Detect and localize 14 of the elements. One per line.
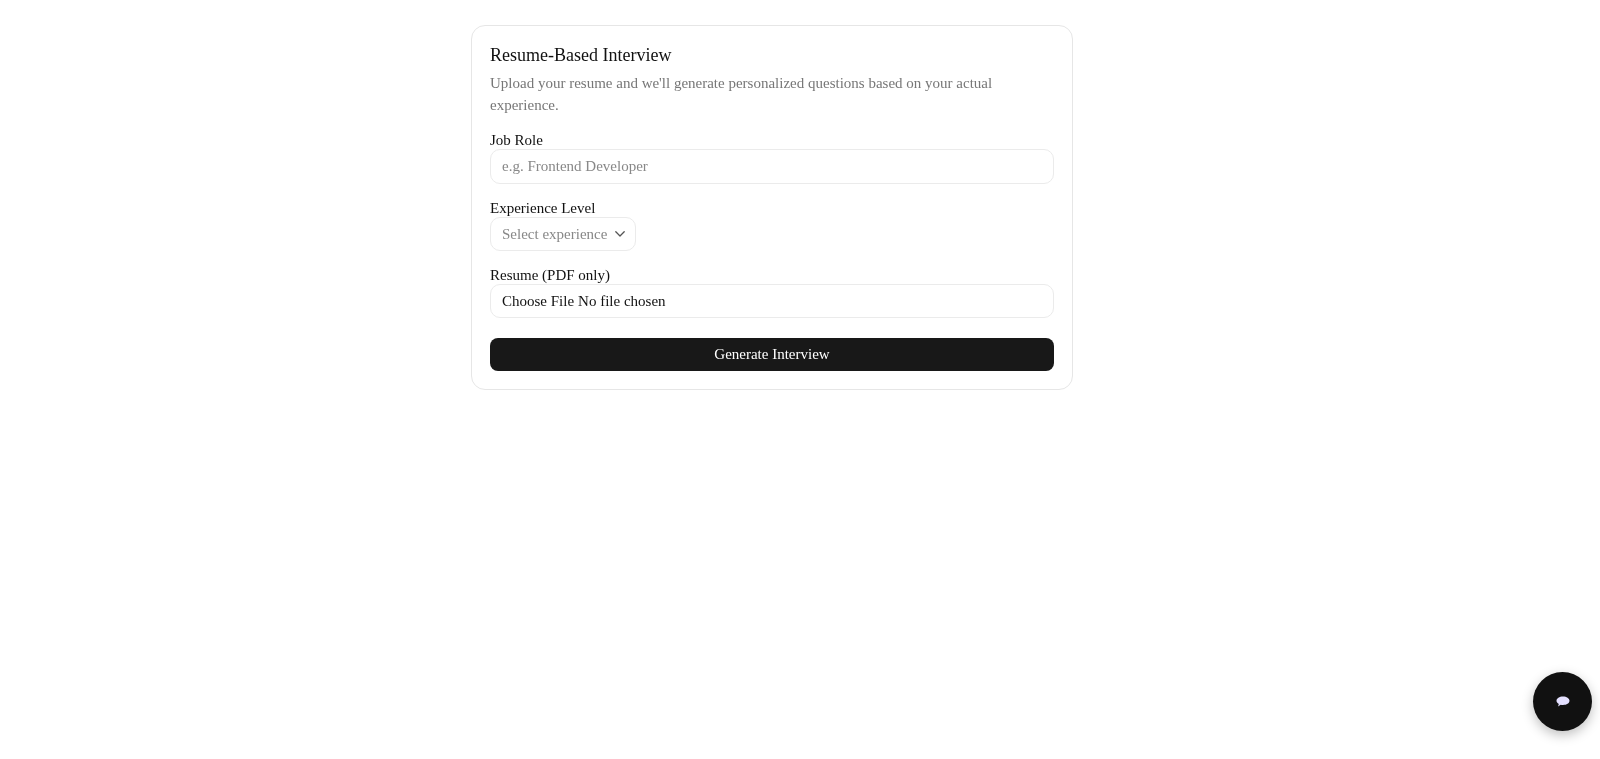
generate-interview-button[interactable]: Generate Interview (490, 338, 1054, 371)
chevron-down-icon (615, 231, 626, 237)
file-status-text: No file chosen (578, 292, 666, 310)
choose-file-button[interactable]: Choose File (502, 292, 575, 310)
form-description: Upload your resume and we'll generate personalized questions based on your actual experience. (490, 74, 994, 115)
form-title: Resume-Based Interview (490, 44, 673, 66)
chat-button[interactable] (1533, 672, 1592, 731)
field-label: Experience Level (490, 200, 596, 217)
file-input[interactable]: Choose File No file chosen (490, 284, 1054, 318)
field-label: Job Role (490, 132, 543, 149)
text-input[interactable]: e.g. Frontend Developer (490, 149, 1054, 184)
field-label: Resume (PDF only) (490, 267, 610, 284)
experience-select[interactable]: Select experience (490, 217, 637, 251)
chat-bubble-icon (1555, 696, 1570, 707)
